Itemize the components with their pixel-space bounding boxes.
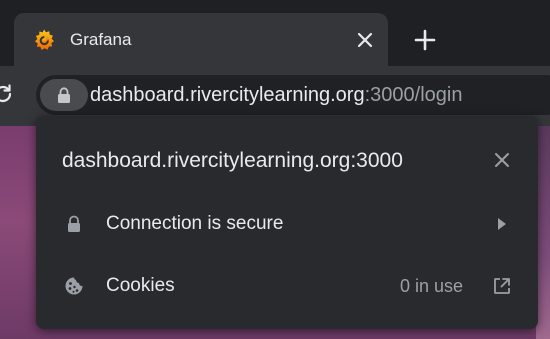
cookies-label: Cookies <box>106 275 175 296</box>
cookies-row[interactable]: Cookies 0 in use <box>36 258 538 314</box>
open-in-new-icon[interactable] <box>492 276 512 296</box>
reload-icon[interactable] <box>0 83 14 105</box>
site-info-popup: dashboard.rivercitylearning.org:3000 Con… <box>36 116 538 329</box>
close-icon[interactable] <box>491 149 513 171</box>
tab-title: Grafana <box>70 30 132 49</box>
address-bar[interactable]: dashboard.rivercitylearning.org:3000/log… <box>36 75 550 115</box>
site-info-button[interactable] <box>40 79 88 111</box>
popup-site-host: dashboard.rivercitylearning.org:3000 <box>62 149 403 172</box>
url-path: :3000/login <box>364 84 463 106</box>
grafana-logo-icon <box>34 29 54 50</box>
lock-icon <box>68 215 80 232</box>
lock-icon <box>58 87 70 103</box>
url-host: dashboard.rivercitylearning.org <box>90 84 365 106</box>
close-icon[interactable] <box>354 29 376 51</box>
cookie-icon <box>65 277 83 295</box>
plus-icon[interactable] <box>412 27 438 53</box>
desktop-background-edge <box>536 126 550 339</box>
connection-security-row[interactable]: Connection is secure <box>36 196 538 252</box>
browser-window: Grafana dashboard.rivercitylearning.org:… <box>0 0 550 339</box>
tab-strip: Grafana <box>0 0 550 66</box>
cookies-count: 0 in use <box>400 276 464 296</box>
chevron-right-icon <box>498 218 506 230</box>
tab-grafana[interactable]: Grafana <box>14 13 388 66</box>
url-text: dashboard.rivercitylearning.org:3000/log… <box>90 84 462 107</box>
connection-security-label: Connection is secure <box>106 213 284 234</box>
